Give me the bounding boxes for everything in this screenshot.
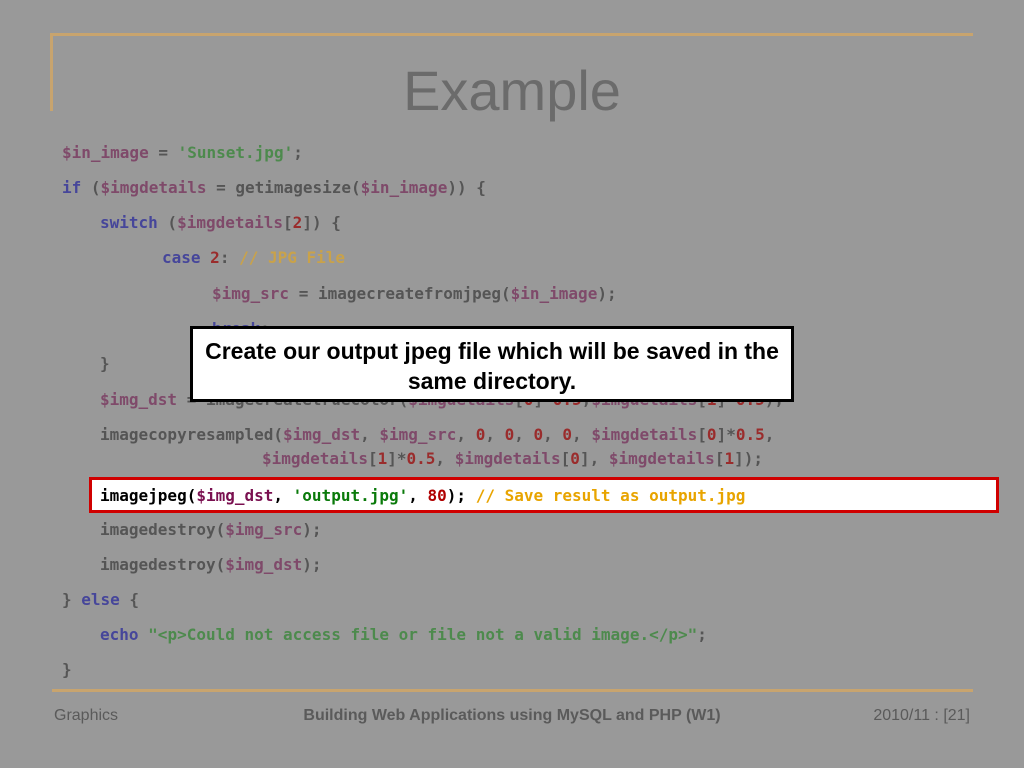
highlighted-code-box: imagejpeg($img_dst, 'output.jpg', 80); /… xyxy=(89,477,999,513)
footer-course-title: Building Web Applications using MySQL an… xyxy=(303,707,721,724)
code-line-15: echo "<p>Could not access file or file n… xyxy=(100,625,707,644)
code-line-4: case 2: // JPG File xyxy=(162,248,346,267)
code-line-13: imagedestroy($img_dst); xyxy=(100,555,322,574)
code-line-16: } xyxy=(62,660,72,679)
callout-box: Create our output jpeg file which will b… xyxy=(190,326,794,402)
code-line-14: } else { xyxy=(62,590,140,609)
code-line-5: $img_src = imagecreatefromjpeg($in_image… xyxy=(212,284,617,303)
code-line-12: imagedestroy($img_src); xyxy=(100,520,322,539)
frame-bottom-rule xyxy=(52,689,973,692)
code-line-10: $imgdetails[1]*0.5, $imgdetails[0], $img… xyxy=(262,449,763,468)
footer-slide-number: 2010/11 : [21] xyxy=(873,707,970,724)
code-line-3: switch ($imgdetails[2]) { xyxy=(100,213,341,232)
code-line-1: $in_image = 'Sunset.jpg'; xyxy=(62,143,303,162)
code-line-9: imagecopyresampled($img_dst, $img_src, 0… xyxy=(100,425,775,444)
code-line-2: if ($imgdetails = getimagesize($in_image… xyxy=(62,178,486,197)
code-line-7: } xyxy=(100,354,110,373)
code-line-11: imagejpeg($img_dst, 'output.jpg', 80); /… xyxy=(100,486,746,505)
